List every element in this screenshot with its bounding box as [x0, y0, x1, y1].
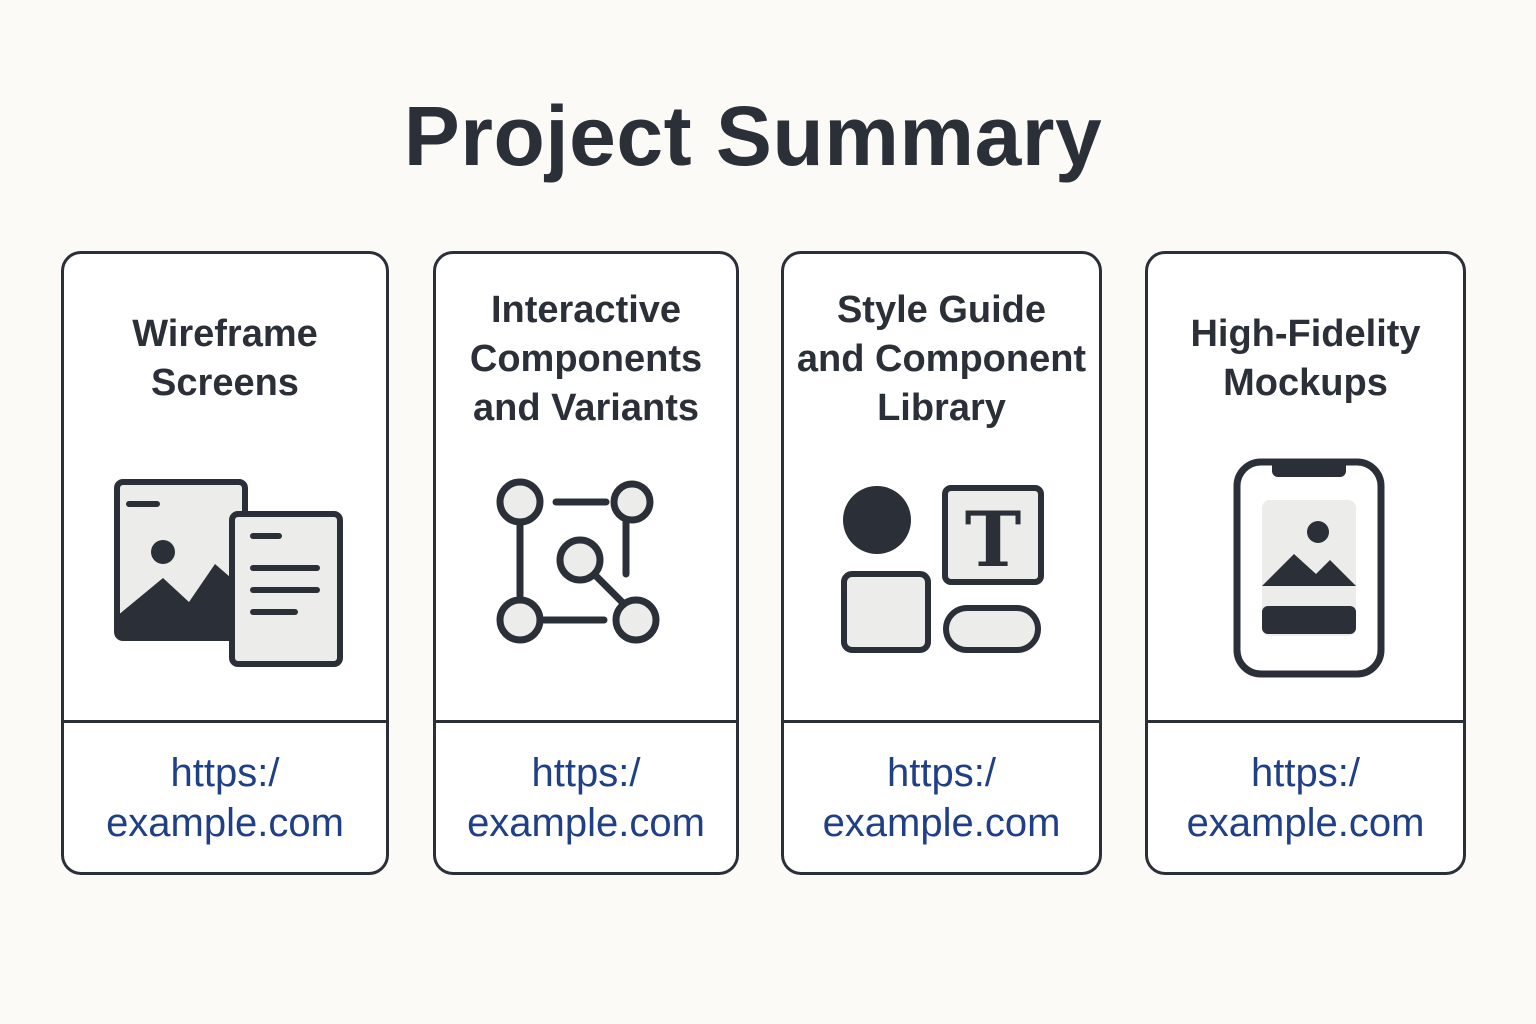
text-style-icon: T	[964, 495, 1021, 584]
card-style-guide: Style Guide and Component Library T http…	[781, 251, 1102, 875]
style-guide-icon: T	[840, 485, 1044, 653]
card-high-fidelity-mockups: High-Fidelity Mockups https:/ example.co…	[1145, 251, 1466, 875]
card-header: High-Fidelity Mockups	[1148, 254, 1463, 720]
card-title: Style Guide and Component Library	[794, 254, 1089, 464]
mobile-mockup-icon	[1233, 458, 1384, 678]
card-title: Interactive Components and Variants	[446, 254, 726, 464]
card-link-line: https:/	[170, 750, 280, 795]
card-link-line: https:/	[1251, 750, 1360, 795]
card-interactive-components: Interactive Components and Variants http…	[433, 251, 739, 875]
card-header: Interactive Components and Variants	[436, 254, 736, 720]
card-title-line: Screens	[151, 362, 299, 404]
card-link-line: https:/	[887, 750, 996, 795]
card-link-line: example.com	[1186, 800, 1425, 845]
card-title-line: Style Guide	[836, 288, 1047, 331]
wireframe-screens-icon	[114, 479, 343, 667]
card-link[interactable]: https:/ example.com	[436, 723, 736, 872]
card-title-line: High-Fidelity	[1190, 313, 1421, 355]
card-link[interactable]: https:/ example.com	[784, 723, 1099, 872]
card-header: Style Guide and Component Library T	[784, 254, 1099, 720]
card-title-line: Interactive	[490, 288, 682, 331]
card-link-line: example.com	[106, 800, 344, 845]
card-title-line: Library	[877, 386, 1006, 429]
card-title: High-Fidelity Mockups	[1158, 254, 1453, 464]
card-title-line: Wireframe	[132, 313, 318, 355]
card-link[interactable]: https:/ example.com	[64, 723, 386, 872]
card-title: Wireframe Screens	[74, 254, 376, 464]
card-header: Wireframe Screens	[64, 254, 386, 720]
card-wireframe-screens: Wireframe Screens https:/ example.com	[61, 251, 389, 875]
card-link-line: example.com	[822, 800, 1061, 845]
card-title-line: Mockups	[1223, 362, 1388, 404]
page-title: Project Summary	[403, 89, 1103, 183]
card-link[interactable]: https:/ example.com	[1148, 723, 1463, 872]
card-title-line: and Variants	[473, 386, 699, 429]
interactive-components-icon	[496, 478, 660, 644]
card-title-line: Components	[469, 337, 703, 380]
card-title-line: and Component	[796, 337, 1087, 380]
card-link-line: example.com	[467, 800, 705, 845]
card-link-line: https:/	[531, 750, 641, 795]
